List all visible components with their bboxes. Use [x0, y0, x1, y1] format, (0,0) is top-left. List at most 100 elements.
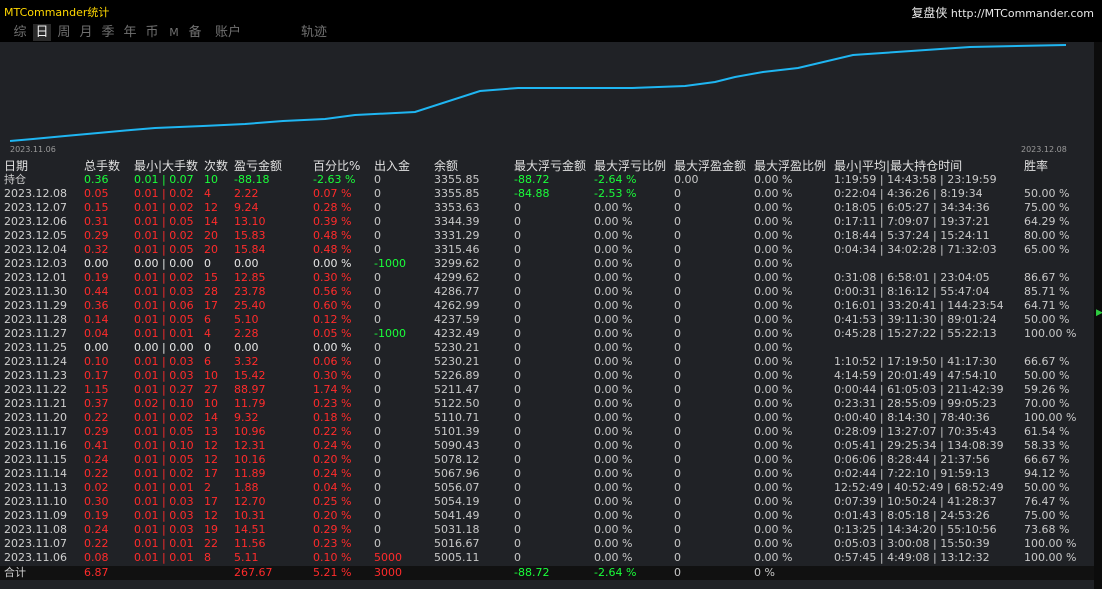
cell-max-float-profit: 0 — [674, 383, 681, 396]
table-row[interactable]: 2023.11.17 0.29 0.01 | 0.05 13 10.96 0.22 % 0 5… — [0, 425, 1094, 439]
cell-max-float-profit-pct: 0.00 % — [754, 201, 793, 214]
cell-max-float-loss-pct: 0.00 % — [594, 215, 633, 228]
table-row[interactable]: 2023.11.15 0.24 0.01 | 0.05 12 10.16 0.20 % 0 5… — [0, 453, 1094, 467]
cell-balance: 3353.63 — [434, 201, 480, 214]
cell-pct: 0.24 % — [313, 467, 352, 480]
cell-pct: 0.00 % — [313, 257, 352, 270]
cell-date: 2023.11.27 — [4, 327, 67, 340]
table-row[interactable]: 2023.12.03 0.00 0.00 | 0.00 0 0.00 0.00 % -100… — [0, 257, 1094, 271]
column-header[interactable]: 总手数 — [84, 158, 120, 174]
column-header[interactable]: 最大浮亏比例 — [594, 158, 666, 174]
cell-pct: 0.20 % — [313, 453, 352, 466]
holding-row[interactable]: 持仓 0.36 0.01 | 0.07 10 -88.18 -2.63 % 0 3355.85… — [0, 173, 1094, 187]
tab-2[interactable]: 周 — [55, 24, 73, 41]
column-header[interactable]: 最大浮盈金额 — [674, 158, 746, 174]
cell-max-float-loss-pct: 0.00 % — [594, 271, 633, 284]
table-row[interactable]: 2023.11.14 0.22 0.01 | 0.02 17 11.89 0.24 % 0 5… — [0, 467, 1094, 481]
column-header[interactable]: 盈亏金额 — [234, 158, 282, 174]
tab-1[interactable]: 日 — [33, 24, 51, 41]
cell-date: 2023.11.15 — [4, 453, 67, 466]
cell-hold-time: 0:00:31 | 8:16:12 | 55:47:04 — [834, 285, 990, 298]
table-row[interactable]: 2023.11.09 0.19 0.01 | 0.03 12 10.31 0.20 % 0 5… — [0, 509, 1094, 523]
table-row[interactable]: 2023.12.06 0.31 0.01 | 0.05 14 13.10 0.39 % 0 3… — [0, 215, 1094, 229]
cell-io: 0 — [374, 201, 381, 214]
table-row[interactable]: 2023.11.21 0.37 0.02 | 0.10 10 11.79 0.23 % 0 5… — [0, 397, 1094, 411]
table-row[interactable]: 2023.12.05 0.29 0.01 | 0.02 20 15.83 0.48 % 0 3… — [0, 229, 1094, 243]
cell-max-float-loss: -84.88 — [514, 187, 550, 200]
chart-start-date: 2023.11.06 — [10, 145, 56, 154]
cell-max-float-profit: 0.00 — [674, 173, 699, 186]
table-row[interactable]: 2023.11.07 0.22 0.01 | 0.01 22 11.56 0.23 % 0 5… — [0, 537, 1094, 551]
table-row[interactable]: 2023.11.29 0.36 0.01 | 0.06 17 25.40 0.60 % 0 4… — [0, 299, 1094, 313]
cell-lots: 0.22 — [84, 467, 109, 480]
cell-lots: 0.15 — [84, 201, 109, 214]
cell-io: 0 — [374, 383, 381, 396]
cell-hold-time: 0:13:25 | 14:34:20 | 55:10:56 — [834, 523, 997, 536]
column-header[interactable]: 最大浮亏金额 — [514, 158, 586, 174]
cell-max-float-profit: 0 — [674, 551, 681, 564]
cell-io: 0 — [374, 243, 381, 256]
cell-lots: 0.00 — [84, 341, 109, 354]
table-row[interactable]: 2023.11.16 0.41 0.01 | 0.10 12 12.31 0.24 % 0 5… — [0, 439, 1094, 453]
tab-5[interactable]: 年 — [121, 24, 139, 41]
tab-0[interactable]: 综 — [11, 24, 29, 41]
cell-max-float-loss: 0 — [514, 383, 521, 396]
table-row[interactable]: 2023.12.04 0.32 0.01 | 0.05 20 15.84 0.48 % 0 3… — [0, 243, 1094, 257]
column-header[interactable]: 次数 — [204, 158, 228, 174]
table-row[interactable]: 2023.12.08 0.05 0.01 | 0.02 4 2.22 0.07 % 0 335… — [0, 187, 1094, 201]
cell-balance: 4286.77 — [434, 285, 480, 298]
cell-hold-time: 0:23:31 | 28:55:09 | 99:05:23 — [834, 397, 997, 410]
table-row[interactable]: 2023.11.30 0.44 0.01 | 0.03 28 23.78 0.56 % 0 4… — [0, 285, 1094, 299]
column-header[interactable]: 最小|大手数 — [134, 158, 198, 174]
cell-date: 2023.12.01 — [4, 271, 67, 284]
cell-winrate: 50.00 % — [1024, 369, 1070, 382]
brand[interactable]: 复盘侠 http://MTCommander.com — [911, 4, 1094, 21]
total-row[interactable]: 合计 6.87 267.67 5.21 % 3000 -88.72 -2.64 % 0 0 % — [0, 566, 1094, 580]
table-row[interactable]: 2023.11.28 0.14 0.01 | 0.05 6 5.10 0.12 % 0 423… — [0, 313, 1094, 327]
column-header[interactable]: 出入金 — [374, 158, 410, 174]
table-row[interactable]: 2023.11.27 0.04 0.01 | 0.01 4 2.28 0.05 % -100… — [0, 327, 1094, 341]
cell-hold-time: 0:31:08 | 6:58:01 | 23:04:05 — [834, 271, 990, 284]
tab-6[interactable]: 币 — [143, 24, 161, 41]
table-row[interactable]: 2023.11.10 0.30 0.01 | 0.03 17 12.70 0.25 % 0 5… — [0, 495, 1094, 509]
column-header[interactable]: 日期 — [4, 158, 28, 174]
cell-max-float-profit-pct: 0.00 % — [754, 397, 793, 410]
cell-winrate: 50.00 % — [1024, 313, 1070, 326]
table-row[interactable]: 2023.11.24 0.10 0.01 | 0.03 6 3.32 0.06 % 0 523… — [0, 355, 1094, 369]
cell-max-float-loss: 0 — [514, 439, 521, 452]
tab-10[interactable]: 轨迹 — [297, 24, 331, 41]
table-row[interactable]: 2023.11.25 0.00 0.00 | 0.00 0 0.00 0.00 % 0 523… — [0, 341, 1094, 355]
scroll-marker-icon[interactable]: ▶ — [1096, 308, 1102, 322]
table-row[interactable]: 2023.11.08 0.24 0.01 | 0.03 19 14.51 0.29 % 0 5… — [0, 523, 1094, 537]
cell-max-float-loss: 0 — [514, 523, 521, 536]
cell-count: 10 — [204, 397, 218, 410]
cell-io: 0 — [374, 453, 381, 466]
column-header[interactable]: 百分比% — [313, 158, 360, 174]
column-header[interactable]: 最大浮盈比例 — [754, 158, 826, 174]
cell-minmax: 0.01 | 0.05 — [134, 243, 194, 256]
cell-balance: 5056.07 — [434, 481, 480, 494]
column-header[interactable]: 胜率 — [1024, 158, 1048, 174]
cell-max-float-loss-pct: 0.00 % — [594, 327, 633, 340]
table-row[interactable]: 2023.12.07 0.15 0.01 | 0.02 12 9.24 0.28 % 0 33… — [0, 201, 1094, 215]
tab-9[interactable]: 账户 — [211, 24, 245, 41]
column-header[interactable]: 最小|平均|最大持仓时间 — [834, 158, 962, 174]
cell-max-float-loss: 0 — [514, 229, 521, 242]
cell-date: 2023.12.05 — [4, 229, 67, 242]
tab-7[interactable]: M — [167, 24, 181, 41]
cell-pnl: 15.42 — [234, 369, 266, 382]
table-row[interactable]: 2023.11.13 0.02 0.01 | 0.01 2 1.88 0.04 % 0 505… — [0, 481, 1094, 495]
tab-4[interactable]: 季 — [99, 24, 117, 41]
table-row[interactable]: 2023.11.22 1.15 0.01 | 0.27 27 88.97 1.74 % 0 5… — [0, 383, 1094, 397]
brand-url[interactable]: http://MTCommander.com — [951, 7, 1094, 20]
column-header[interactable]: 余额 — [434, 158, 458, 174]
table-row[interactable]: 2023.11.20 0.22 0.01 | 0.02 14 9.32 0.18 % 0 51… — [0, 411, 1094, 425]
cell-max-float-profit: 0 — [674, 509, 681, 522]
tab-3[interactable]: 月 — [77, 24, 95, 41]
table-row[interactable]: 2023.12.01 0.19 0.01 | 0.02 15 12.85 0.30 % 0 4… — [0, 271, 1094, 285]
table-row[interactable]: 2023.11.23 0.17 0.01 | 0.03 10 15.42 0.30 % 0 5… — [0, 369, 1094, 383]
cell-max-float-loss: 0 — [514, 453, 521, 466]
cell-pct: 0.30 % — [313, 271, 352, 284]
tab-8[interactable]: 备 — [186, 24, 204, 41]
table-row[interactable]: 2023.11.06 0.08 0.01 | 0.01 8 5.11 0.10 % 5000… — [0, 551, 1094, 565]
